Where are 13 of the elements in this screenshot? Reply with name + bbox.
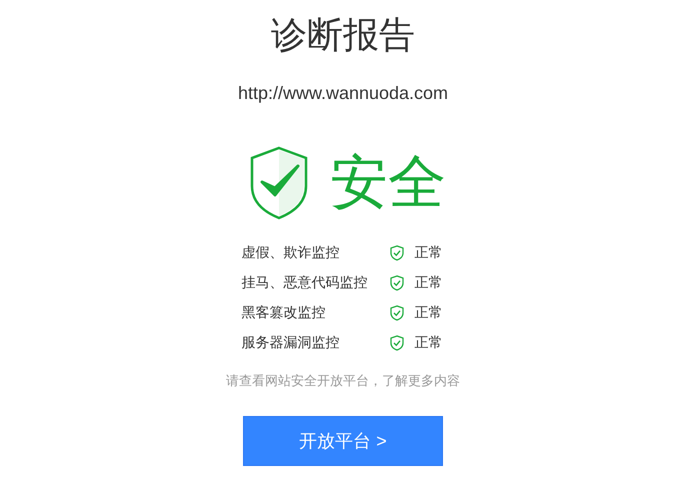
check-status: 正常 xyxy=(414,274,444,292)
check-label: 黑客篡改监控 xyxy=(242,304,326,322)
check-label: 挂马、恶意代码监控 xyxy=(242,274,368,292)
check-status: 正常 xyxy=(414,334,444,352)
verdict-label: 安全 xyxy=(330,150,446,216)
check-label: 虚假、欺诈监控 xyxy=(242,244,340,262)
check-label: 服务器漏洞监控 xyxy=(242,334,340,352)
hint-text: 请查看网站安全开放平台，了解更多内容 xyxy=(226,372,460,390)
open-platform-button[interactable]: 开放平台 > xyxy=(243,416,443,466)
check-status: 正常 xyxy=(414,304,444,322)
report-title: 诊断报告 xyxy=(271,13,415,57)
site-url: http://www.wannuoda.com xyxy=(238,82,448,104)
check-status: 正常 xyxy=(414,244,444,262)
